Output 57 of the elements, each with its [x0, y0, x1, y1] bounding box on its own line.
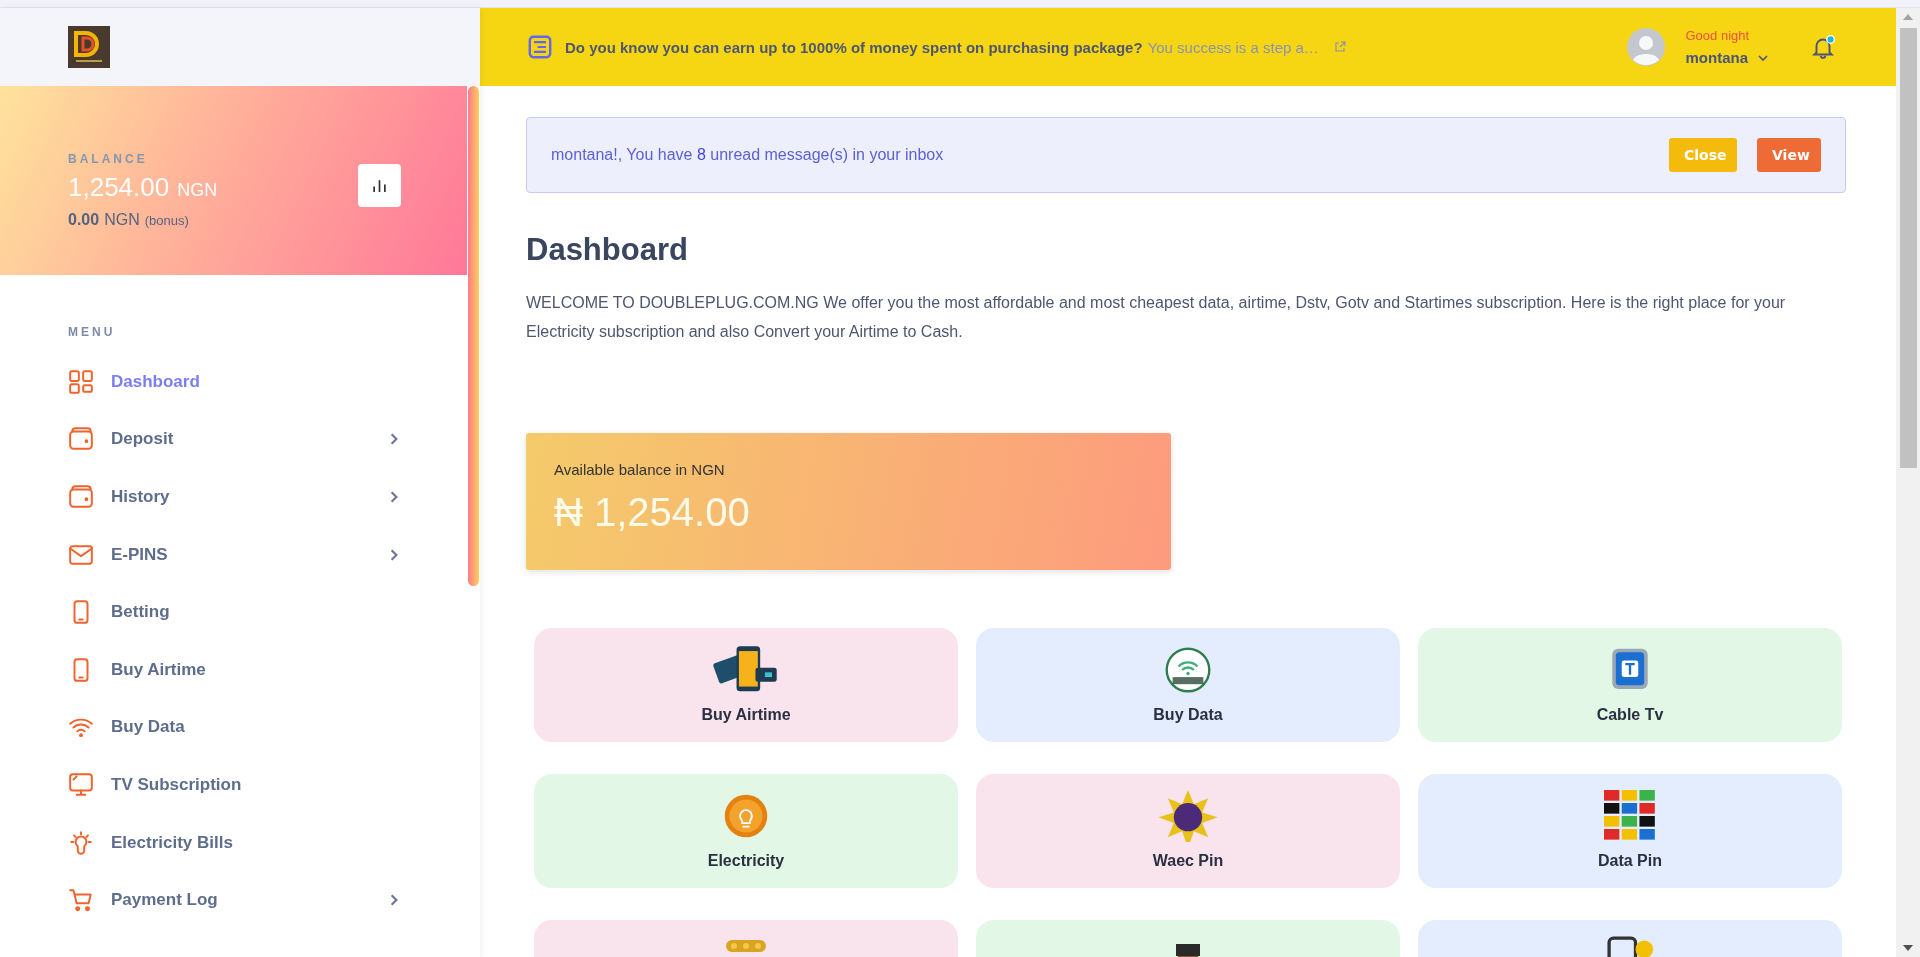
menu-item[interactable]: Buy Airtime [68, 640, 398, 699]
wallet-icon [68, 426, 94, 453]
coins-drawing [726, 940, 766, 952]
bonus-note: (bonus) [144, 213, 189, 228]
menu-item[interactable]: Electricity Bills [68, 813, 398, 872]
balance-label: BALANCE [68, 152, 149, 166]
stats-button[interactable] [358, 164, 401, 207]
service-card[interactable]: Cable Tv [1418, 628, 1842, 742]
bonus-amount: 0.00 [68, 211, 100, 228]
balance-card-amount: ₦ 1,254.00 [554, 490, 751, 535]
grid-icon [68, 368, 94, 395]
bar-chart-icon [372, 179, 387, 192]
balance-card-label: Available balance in NGN [554, 460, 726, 478]
service-label: Waec Pin [1152, 852, 1224, 870]
scroll-down-icon[interactable] [1903, 945, 1913, 951]
avatar-icon[interactable] [1627, 28, 1666, 66]
service-label: Cable Tv [1596, 706, 1664, 724]
menu-item[interactable]: Dashboard [68, 353, 398, 411]
service-label: Buy Data [1153, 706, 1223, 724]
service-card[interactable]: Electricity [534, 774, 958, 888]
menu-heading: MENU [68, 325, 117, 339]
notice-text: Do you know you can earn up to 1000% of money spent on purchasing package? [565, 38, 1143, 56]
menu-item[interactable]: Betting [68, 583, 398, 641]
cart-icon [68, 887, 94, 914]
external-link-icon[interactable] [1333, 41, 1346, 53]
service-label: Data Pin [1598, 852, 1662, 870]
scroll-up-icon[interactable] [1903, 14, 1913, 20]
menu-item[interactable]: TV Subscription [68, 756, 398, 814]
scrollbar-thumb[interactable] [468, 86, 479, 586]
user-menu[interactable]: montana [1685, 49, 1748, 66]
welcome-text: WELCOME TO DOUBLEPLUG.COM.NG We offer you the most affordable and most cheapest data, airtime, Dstv, Gotv and Startimes subscription. Here is the right place for your Electricity subscription and also Convert your Airtime to Cash. [526, 293, 1787, 342]
greeting-text: Good night [1685, 28, 1751, 43]
alert-message: montana!, You have 8 unread message(s) in your inbox [551, 146, 944, 164]
document-icon [528, 35, 552, 59]
service-label: Electricity [707, 852, 785, 870]
view-button[interactable]: View [1757, 138, 1821, 172]
service-card[interactable]: Waec Pin [976, 774, 1400, 888]
bell-icon[interactable] [1810, 34, 1836, 60]
menu-item[interactable]: Buy Data [68, 698, 398, 757]
balance-amount: 1,254.00 [68, 172, 170, 202]
service-card[interactable]: Buy Airtime [534, 628, 958, 742]
wallet-icon [68, 484, 94, 510]
menu-item[interactable]: Payment Log [68, 871, 398, 929]
caret-icon[interactable] [1758, 54, 1768, 61]
service-label: Buy Airtime [701, 706, 791, 724]
light-bulb-icon [68, 829, 94, 856]
menu-item[interactable]: History [68, 468, 398, 526]
menu-item[interactable]: E-PINS [68, 525, 398, 584]
monitor-icon [68, 771, 94, 798]
balance-currency: NGN [177, 180, 218, 200]
logo-icon[interactable] [68, 26, 110, 68]
scrollbar[interactable] [1896, 8, 1920, 957]
menu-item[interactable]: Deposit [68, 410, 398, 469]
service-card[interactable]: Buy Data [976, 628, 1400, 742]
service-card[interactable]: Data Pin [1418, 774, 1842, 888]
page-title: Dashboard [526, 232, 689, 268]
bonus-currency: NGN [104, 211, 140, 228]
